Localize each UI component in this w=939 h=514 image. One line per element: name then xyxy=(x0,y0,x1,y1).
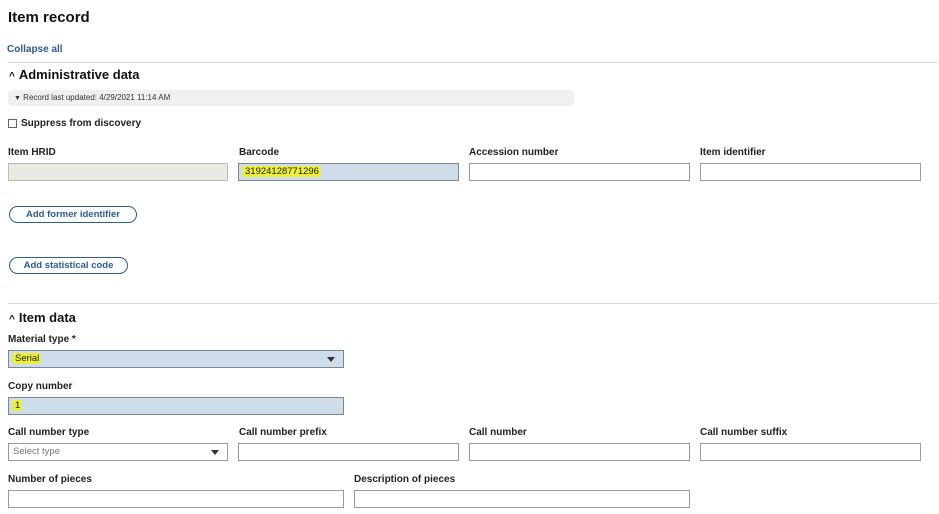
copy-number-input[interactable]: 1 xyxy=(8,397,344,415)
record-updated-accordion[interactable]: ▼ Record last updated: 4/29/2021 11:14 A… xyxy=(8,90,574,106)
call-number-type-select[interactable]: Select type xyxy=(8,443,228,461)
chevron-up-icon: ^ xyxy=(9,71,15,82)
divider xyxy=(8,62,938,63)
record-updated-text: Record last updated: 4/29/2021 11:14 AM xyxy=(23,93,171,102)
number-of-pieces-label: Number of pieces xyxy=(8,474,92,485)
accession-number-label: Accession number xyxy=(469,147,559,158)
barcode-value: 31924128771296 xyxy=(243,166,321,177)
call-number-suffix-input[interactable] xyxy=(700,443,921,461)
item-data-title: Item data xyxy=(18,310,76,325)
administrative-data-title: Administrative data xyxy=(18,67,140,82)
call-number-type-placeholder: Select type xyxy=(13,446,60,457)
chevron-down-icon xyxy=(211,450,219,455)
item-hrid-label: Item HRID xyxy=(8,147,56,158)
page-title: Item record xyxy=(8,9,90,26)
divider xyxy=(8,303,938,304)
description-of-pieces-input[interactable] xyxy=(354,490,690,508)
administrative-data-header[interactable]: ^ Administrative data xyxy=(9,67,140,82)
item-hrid-field xyxy=(8,163,228,181)
add-statistical-code-button[interactable]: Add statistical code xyxy=(9,257,128,274)
call-number-input[interactable] xyxy=(469,443,690,461)
material-type-select[interactable]: Serial xyxy=(8,350,344,368)
copy-number-value: 1 xyxy=(13,400,23,411)
call-number-prefix-input[interactable] xyxy=(238,443,459,461)
suppress-discovery-checkbox[interactable] xyxy=(8,119,17,128)
collapse-all-link[interactable]: Collapse all xyxy=(7,44,63,55)
chevron-down-icon xyxy=(327,357,335,362)
call-number-prefix-label: Call number prefix xyxy=(239,427,327,438)
call-number-label: Call number xyxy=(469,427,527,438)
barcode-input[interactable]: 31924128771296 xyxy=(238,163,459,181)
accession-number-input[interactable] xyxy=(469,163,690,181)
call-number-suffix-label: Call number suffix xyxy=(700,427,788,438)
description-of-pieces-label: Description of pieces xyxy=(354,474,456,485)
add-former-identifier-button[interactable]: Add former identifier xyxy=(9,206,137,223)
barcode-label: Barcode xyxy=(239,147,280,158)
chevron-up-icon: ^ xyxy=(9,314,15,325)
item-identifier-label: Item identifier xyxy=(700,147,766,158)
item-identifier-input[interactable] xyxy=(700,163,921,181)
item-data-header[interactable]: ^ Item data xyxy=(9,310,76,325)
call-number-type-label: Call number type xyxy=(8,427,90,438)
chevron-down-icon: ▼ xyxy=(14,95,21,102)
material-type-value: Serial xyxy=(13,353,42,364)
number-of-pieces-input[interactable] xyxy=(8,490,344,508)
suppress-discovery-label: Suppress from discovery xyxy=(21,118,142,129)
copy-number-label: Copy number xyxy=(8,381,73,392)
material-type-label: Material type * xyxy=(8,334,76,345)
